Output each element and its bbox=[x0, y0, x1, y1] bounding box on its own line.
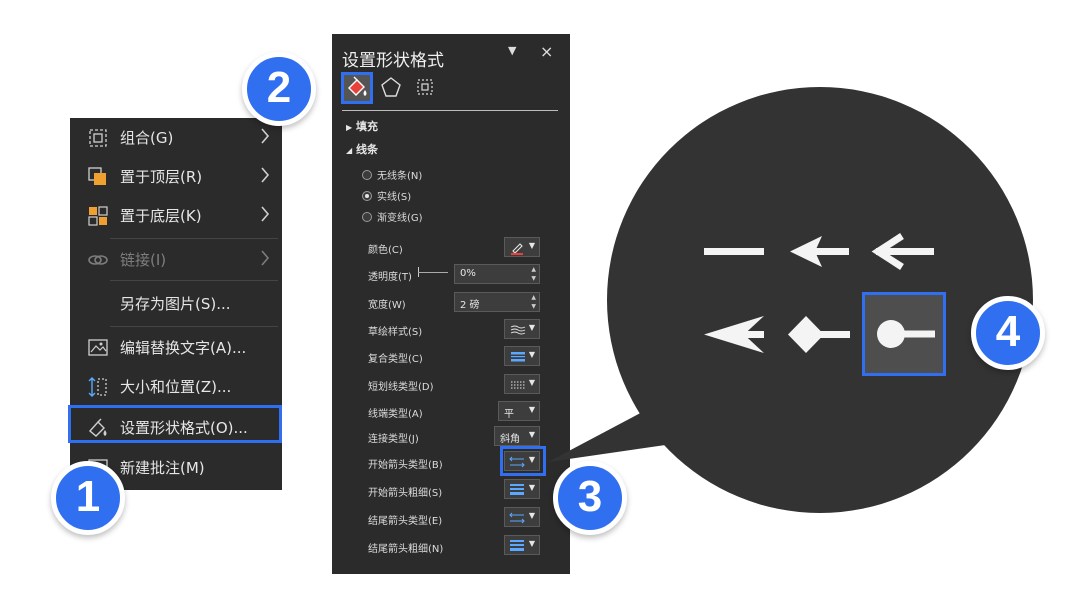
callout-circle bbox=[607, 87, 1033, 513]
step-badge-3: 3 bbox=[553, 461, 627, 535]
step-badge-4: 4 bbox=[971, 296, 1045, 370]
line-end-oval-option[interactable] bbox=[862, 292, 946, 376]
oval-arrow-icon bbox=[877, 320, 935, 348]
line-end-none-option[interactable] bbox=[704, 248, 764, 255]
step-badge-1: 1 bbox=[51, 461, 125, 535]
step-badge-2: 2 bbox=[242, 52, 316, 126]
